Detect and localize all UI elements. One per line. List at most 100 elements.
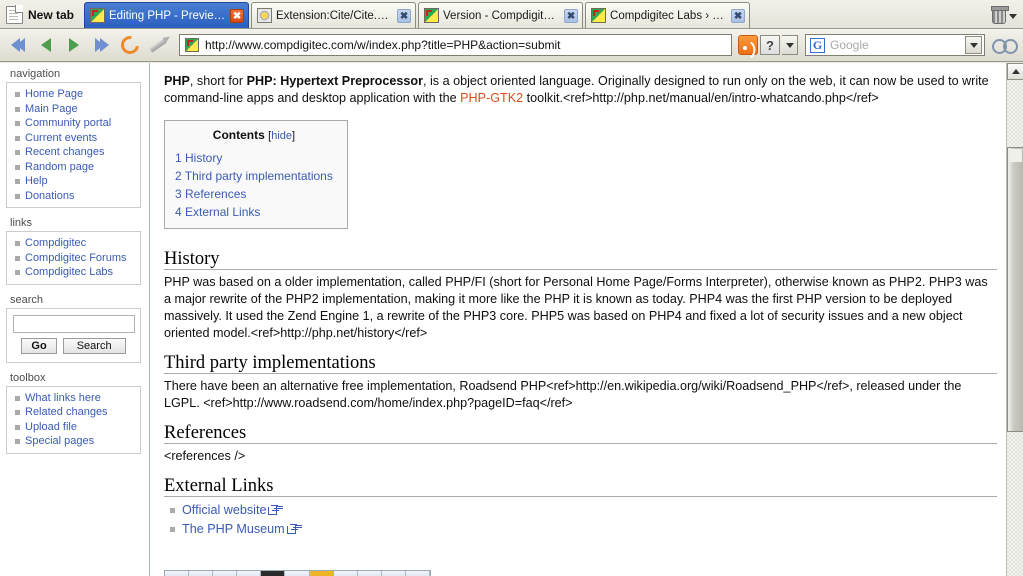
list-item[interactable]: What links here [15,391,140,406]
edit-toolbar-button[interactable] [237,571,262,576]
last-page-button[interactable] [89,32,115,58]
edit-toolbar-button[interactable] [309,571,334,576]
portlet-links: links Compdigitec Compdigitec Forums Com… [6,217,141,285]
new-tab-button[interactable]: New tab [2,3,84,27]
search-bar[interactable]: G Google [805,34,985,56]
list-item[interactable]: Home Page [15,87,140,102]
find-glasses-icon[interactable] [992,37,1018,54]
list-item[interactable]: 2 Third party implementations [175,167,333,185]
list-item[interactable]: Upload file [15,420,140,435]
chevron-down-icon[interactable] [1009,13,1017,19]
edit-toolbar-button[interactable] [213,571,238,576]
tab-close-icon[interactable]: ✖ [397,8,412,23]
search-engine-dropdown[interactable] [965,36,982,54]
tab-close-icon[interactable]: ✖ [564,8,579,23]
list-item[interactable]: Compdigitec [15,236,140,251]
list-item[interactable]: Official website [170,501,997,520]
chevron-down-icon [969,42,978,48]
list-item[interactable]: Related changes [15,405,140,420]
list-item[interactable]: Main Page [15,102,140,117]
portlet-navigation: navigation Home Page Main Page Community… [6,68,141,208]
forward-button[interactable] [61,32,87,58]
list-item[interactable]: Random page [15,160,140,175]
list-item[interactable]: Compdigitec Labs [15,265,140,280]
list-item[interactable]: 1 History [175,149,333,167]
toc-item-external-links[interactable]: 4 External Links [175,205,260,219]
tab-version-compdigitec[interactable]: Version - Compdigitec... ✖ [418,2,584,28]
sidebar-item-community-portal[interactable]: Community portal [25,117,111,129]
scroll-up-button[interactable] [1007,63,1023,80]
list-item[interactable]: 3 References [175,185,333,203]
reload-button[interactable] [117,32,143,58]
vertical-scrollbar[interactable] [1006,63,1023,576]
portlet-toolbox: toolbox What links here Related changes … [6,372,141,454]
search-input[interactable] [13,314,135,333]
list-item[interactable]: Current events [15,131,140,146]
scrollbar-thumb[interactable] [1007,147,1023,432]
list-item[interactable]: 4 External Links [175,203,333,221]
sidebar-item-special-pages[interactable]: Special pages [25,435,94,447]
list-item[interactable]: Donations [15,189,140,204]
section-body: There have been an alternative free impl… [164,379,962,410]
section-external-links: External Links Official website The PHP … [164,477,997,539]
sidebar-item-compdigitec-forums[interactable]: Compdigitec Forums [25,252,126,264]
help-button[interactable]: ? [760,35,780,55]
sidebar-item-recent-changes[interactable]: Recent changes [25,146,105,158]
section-heading: Third party implementations [164,354,997,374]
toc-item-history[interactable]: 1 History [175,151,222,165]
sidebar-item-related-changes[interactable]: Related changes [25,406,108,418]
edit-toolbar-button[interactable] [382,571,406,576]
list-item[interactable]: Help [15,174,140,189]
search-button[interactable]: Search [62,337,126,354]
toc-item-references[interactable]: 3 References [175,187,246,201]
edit-toolbar-button[interactable] [189,571,214,576]
tab-close-icon[interactable]: ✖ [731,8,746,23]
sidebar-item-random-page[interactable]: Random page [25,161,94,173]
list-item[interactable]: Special pages [15,434,140,449]
stop-button[interactable] [145,32,171,58]
closed-tabs-trash-button[interactable] [991,6,1017,24]
tab-extension-cite[interactable]: Extension:Cite/Cite.ph... ✖ [251,2,417,28]
edit-toolbar[interactable] [164,570,431,576]
help-dropdown-button[interactable] [782,35,798,55]
list-item[interactable]: Community portal [15,116,140,131]
sidebar-item-compdigitec[interactable]: Compdigitec [25,237,86,249]
toc-item-third-party-implementations[interactable]: 2 Third party implementations [175,169,333,183]
search-input[interactable]: Google [830,38,960,52]
external-link-icon [286,524,297,534]
back-button[interactable] [33,32,59,58]
edit-toolbar-button[interactable] [285,571,310,576]
edit-toolbar-button[interactable] [261,571,286,576]
edit-toolbar-button[interactable] [334,571,358,576]
toc-hide-link[interactable]: hide [271,130,292,142]
tab-compdigitec-labs[interactable]: Compdigitec Labs › Cr... ✖ [585,2,751,28]
rss-feed-icon[interactable] [738,35,758,55]
address-bar[interactable]: http://www.compdigitec.com/w/index.php?t… [179,34,732,56]
sidebar-item-current-events[interactable]: Current events [25,132,97,144]
tab-bar: New tab Editing PHP - Preview ... ✖ Exte… [0,0,1023,29]
edit-toolbar-button[interactable] [406,571,431,576]
intro-fullname: PHP: Hypertext Preprocessor [246,74,423,88]
list-item[interactable]: Compdigitec Forums [15,251,140,266]
link-php-gtk2[interactable]: PHP-GTK2 [460,91,523,105]
list-item[interactable]: The PHP Museum [170,520,997,539]
edit-toolbar-button[interactable] [165,571,190,576]
sidebar-item-main-page[interactable]: Main Page [25,103,78,115]
edit-toolbar-button[interactable] [358,571,382,576]
sidebar-item-compdigitec-labs[interactable]: Compdigitec Labs [25,266,113,278]
pencil-stop-icon [149,37,167,53]
list-item[interactable]: Recent changes [15,145,140,160]
sidebar-item-what-links-here[interactable]: What links here [25,392,101,404]
sidebar-item-upload-file[interactable]: Upload file [25,421,77,433]
external-link-php-museum[interactable]: The PHP Museum [182,522,285,536]
portlet-body: What links here Related changes Upload f… [6,385,141,454]
sidebar-item-home-page[interactable]: Home Page [25,88,83,100]
sidebar-item-help[interactable]: Help [25,175,48,187]
first-page-button[interactable] [5,32,31,58]
tab-editing-php-preview[interactable]: Editing PHP - Preview ... ✖ [84,2,250,28]
go-button[interactable]: Go [21,337,57,354]
tab-close-icon[interactable]: ✖ [230,8,245,23]
portlet-heading: links [10,217,33,229]
external-link-official-website[interactable]: Official website [182,503,266,517]
sidebar-item-donations[interactable]: Donations [25,190,75,202]
